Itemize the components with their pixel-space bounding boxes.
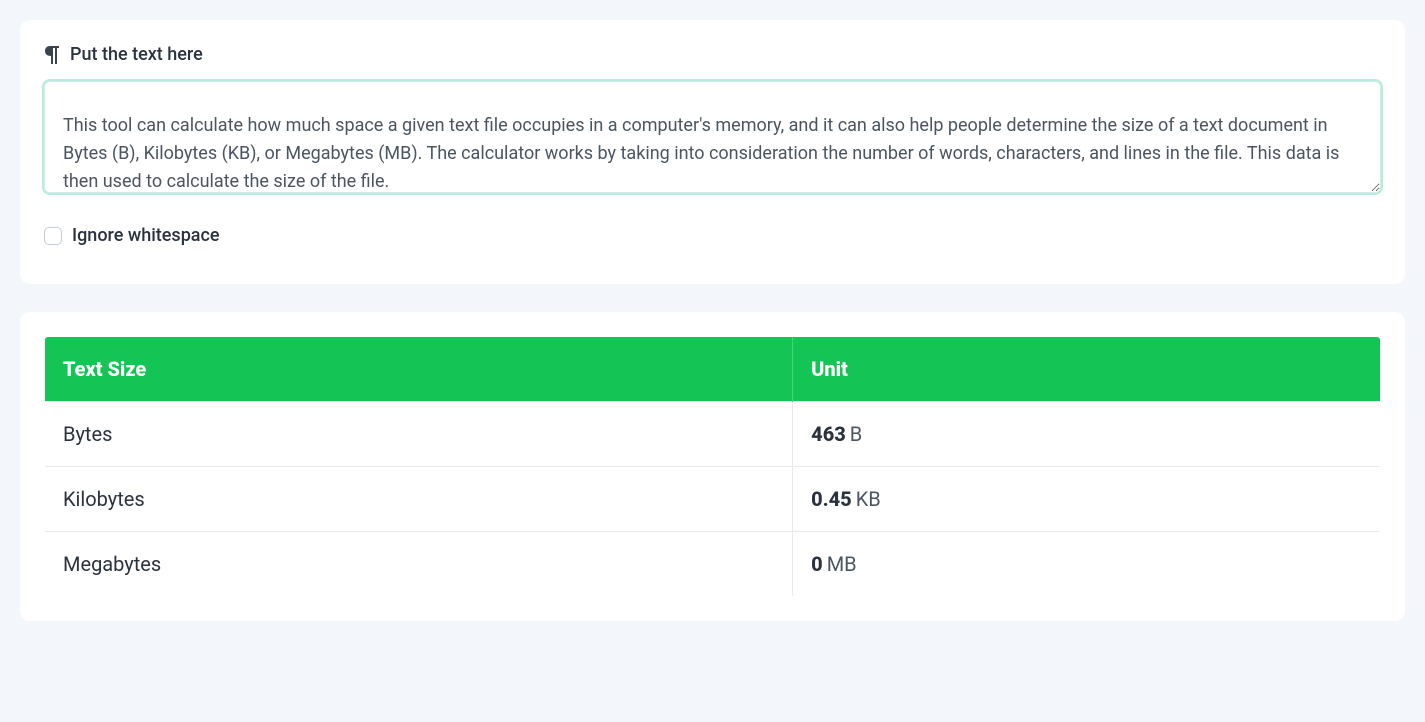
size-value-kilobytes: 0.45KB [793,467,1381,532]
size-value-megabytes: 0MB [793,532,1381,597]
value-number: 0.45 [811,487,852,511]
size-value-bytes: 463B [793,402,1381,467]
value-number: 463 [811,422,846,446]
header-text-size: Text Size [45,337,793,402]
text-input[interactable] [44,81,1381,193]
table-row: Megabytes 0MB [45,532,1381,597]
size-label-megabytes: Megabytes [45,532,793,597]
input-label: Put the text here [70,44,203,65]
table-row: Bytes 463B [45,402,1381,467]
paragraph-icon [44,46,60,64]
ignore-whitespace-row: Ignore whitespace [44,225,1381,246]
results-header-row: Text Size Unit [45,337,1381,402]
value-suffix: B [850,422,862,446]
results-table: Text Size Unit Bytes 463B Kilobytes 0.45… [44,336,1381,597]
size-label-bytes: Bytes [45,402,793,467]
value-number: 0 [811,552,823,576]
header-unit: Unit [793,337,1381,402]
ignore-whitespace-label: Ignore whitespace [72,225,220,246]
table-row: Kilobytes 0.45KB [45,467,1381,532]
size-label-kilobytes: Kilobytes [45,467,793,532]
input-label-row: Put the text here [44,44,1381,65]
textarea-wrap [44,81,1381,197]
results-card: Text Size Unit Bytes 463B Kilobytes 0.45… [20,312,1405,621]
value-suffix: KB [856,487,881,511]
value-suffix: MB [827,552,857,576]
input-card: Put the text here Ignore whitespace [20,20,1405,284]
ignore-whitespace-checkbox[interactable] [44,227,62,245]
